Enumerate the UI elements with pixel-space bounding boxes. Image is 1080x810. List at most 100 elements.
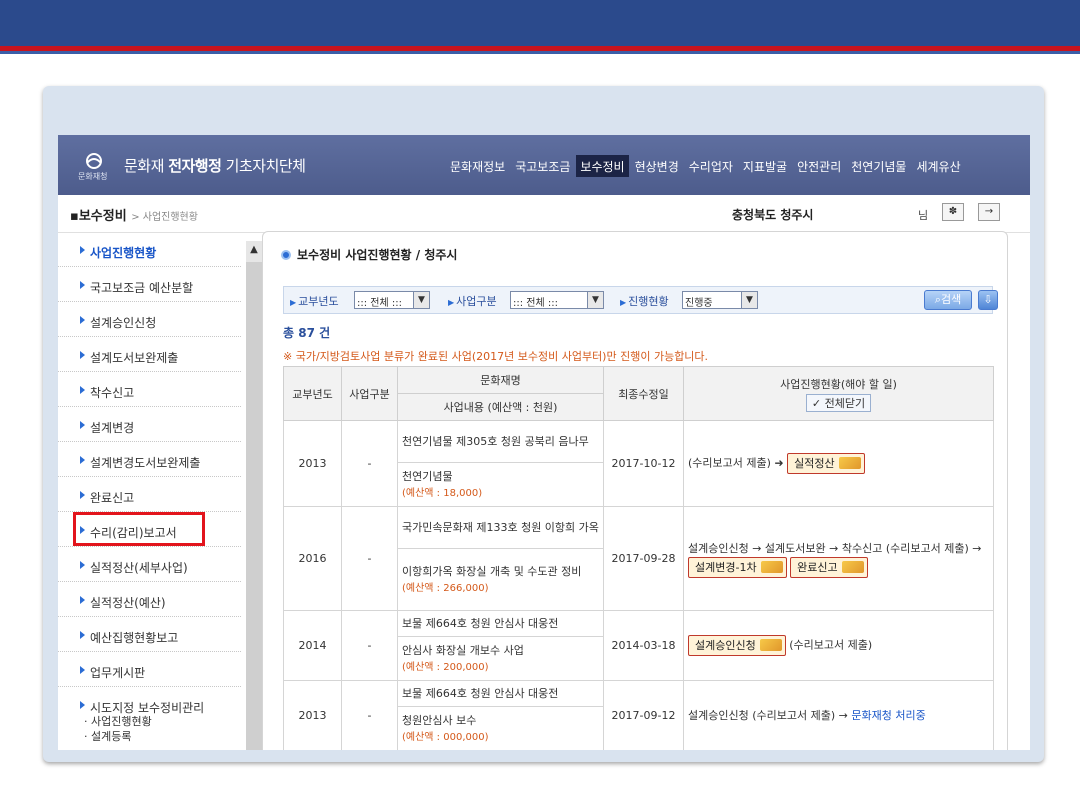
app-title[interactable]: 문화재 전자행정 기초자치단체 bbox=[124, 155, 306, 176]
cell-modified: 2014-03-18 bbox=[603, 610, 684, 681]
pencil-icon bbox=[841, 560, 864, 573]
notice-text: ※ 국가/지방검토사업 분류가 완료된 사업(2017년 보수정비 사업부터)만… bbox=[283, 350, 709, 363]
chevron-down-icon: ▼ bbox=[587, 292, 603, 308]
download-icon: ⇩ bbox=[983, 293, 993, 306]
settlement-button[interactable]: 실적정산 bbox=[787, 453, 865, 474]
sidebar-item-design-change[interactable]: 설계변경 bbox=[58, 408, 241, 442]
highlight-box-repair-report bbox=[73, 512, 205, 546]
status-link[interactable]: 문화재청 처리중 bbox=[851, 709, 925, 722]
gear-icon: ✽ bbox=[948, 206, 958, 217]
sidebar-item-start-report[interactable]: 착수신고 bbox=[58, 373, 241, 407]
nav-contractor[interactable]: 수리업자 bbox=[685, 155, 737, 177]
page-title: 보수정비 사업진행현황 / 청주시 bbox=[281, 246, 457, 263]
settings-button[interactable]: ✽ bbox=[942, 203, 964, 221]
cell-progress: 설계승인신청 (수리보고서 제출) → 문화재청 처리중 bbox=[683, 680, 994, 750]
sidebar-scroll-thumb[interactable] bbox=[246, 262, 262, 750]
sidebar-item-settlement-detail[interactable]: 실적정산(세부사업) bbox=[58, 548, 241, 582]
sidebar-item-design-approval[interactable]: 설계승인신청 bbox=[58, 303, 241, 337]
cell-progress: (수리보고서 제출) ➜ 실적정산 bbox=[683, 420, 994, 507]
top-banner bbox=[0, 0, 1080, 46]
nav-maintenance[interactable]: 보수정비 bbox=[576, 155, 629, 177]
result-count: 총 87 건 bbox=[283, 326, 331, 340]
nav-world-heritage[interactable]: 세계유산 bbox=[912, 155, 964, 177]
cell-modified: 2017-09-28 bbox=[603, 506, 684, 611]
sidebar-item-change-supplement[interactable]: 설계변경도서보완제출 bbox=[58, 443, 241, 477]
sidebar-subitem-progress[interactable]: · 사업진행현황 bbox=[84, 714, 152, 729]
cell-type: - bbox=[341, 610, 398, 681]
sidebar-subitem-design-register[interactable]: · 설계등록 bbox=[84, 729, 152, 744]
sidebar-item-settlement-budget[interactable]: 실적정산(예산) bbox=[58, 583, 241, 617]
pencil-icon bbox=[838, 457, 861, 469]
cell-type: - bbox=[341, 420, 398, 507]
download-button[interactable]: ⇩ bbox=[978, 290, 998, 310]
cell-year: 2013 bbox=[283, 680, 342, 750]
col-header-year: 교부년도 bbox=[283, 366, 342, 421]
cell-content: 안심사 화장실 개보수 사업 (예산액 : 200,000) bbox=[397, 636, 604, 681]
table-row: 2013 - 천연기념물 제305호 청원 공북리 음나무 2017-10-12… bbox=[283, 420, 994, 507]
filter-bar: 교부년도 ::: 전체 ::: ▼ 사업구분 ::: 전체 ::: ▼ 진행현황… bbox=[283, 286, 998, 314]
cell-progress: 설계승인신청 (수리보고서 제출) bbox=[683, 610, 994, 681]
sidebar-item-completion-report[interactable]: 완료신고 bbox=[58, 478, 241, 512]
cell-content: 이항희가옥 화장실 개축 및 수도관 정비 (예산액 : 266,000) bbox=[397, 548, 604, 611]
sidebar: 사업진행현황 국고보조금 예산분할 설계승인신청 설계도서보완제출 착수신고 설… bbox=[58, 233, 262, 750]
sidebar-item-budget-execution[interactable]: 예산집행현황보고 bbox=[58, 618, 241, 652]
cell-modified: 2017-09-12 bbox=[603, 680, 684, 750]
app-window: 문화재청 문화재 전자행정 기초자치단체 문화재정보 국고보조금 보수정비 현상… bbox=[58, 135, 1030, 750]
breadcrumb: ▪보수정비 > 사업진행현황 bbox=[70, 209, 198, 224]
scroll-up-icon[interactable]: ▲ bbox=[246, 241, 262, 259]
col-header-progress: 사업진행현황(해야 할 일) ✓ 전체닫기 bbox=[683, 366, 994, 421]
nav-safety[interactable]: 안전관리 bbox=[793, 155, 845, 177]
nav-heritage-info[interactable]: 문화재정보 bbox=[446, 155, 509, 177]
location-bar: ▪보수정비 > 사업진행현황 충청북도 청주시 님 ✽ → bbox=[58, 195, 1030, 233]
table-row: 2014 - 보물 제664호 청원 안심사 대웅전 2014-03-18 설계… bbox=[283, 610, 994, 681]
year-filter-select[interactable]: ::: 전체 ::: ▼ bbox=[354, 291, 430, 309]
search-button[interactable]: ⌕검색 bbox=[924, 290, 972, 310]
logo-caption: 문화재청 bbox=[78, 172, 108, 181]
nav-alteration[interactable]: 현상변경 bbox=[631, 155, 683, 177]
project-table: 교부년도 사업구분 문화재명 최종수정일 사업진행현황(해야 할 일) ✓ 전체… bbox=[283, 366, 994, 750]
close-all-button[interactable]: ✓ 전체닫기 bbox=[805, 393, 872, 412]
col-header-type: 사업구분 bbox=[341, 366, 398, 421]
user-greeting: 님 bbox=[918, 209, 929, 222]
cell-heritage-name[interactable]: 천연기념물 제305호 청원 공북리 음나무 bbox=[397, 420, 604, 463]
col-header-name: 문화재명 bbox=[397, 366, 604, 394]
type-filter-label: 사업구분 bbox=[448, 293, 496, 309]
cell-type: - bbox=[341, 506, 398, 611]
cell-heritage-name[interactable]: 국가민속문화재 제133호 청원 이항희 가옥 bbox=[397, 506, 604, 549]
cell-progress: 설계승인신청 → 설계도서보완 → 착수신고 (수리보고서 제출) → 설계변경… bbox=[683, 506, 994, 611]
sidebar-item-design-supplement[interactable]: 설계도서보완제출 bbox=[58, 338, 241, 372]
type-filter-select[interactable]: ::: 전체 ::: ▼ bbox=[510, 291, 604, 309]
status-filter-label: 진행현황 bbox=[620, 293, 668, 309]
sidebar-item-board[interactable]: 업무게시판 bbox=[58, 653, 241, 687]
design-approval-button[interactable]: 설계승인신청 bbox=[688, 635, 786, 656]
sidebar-subitems: · 사업진행현황 · 설계등록 bbox=[84, 714, 152, 744]
table-row: 2016 - 국가민속문화재 제133호 청원 이항희 가옥 2017-09-2… bbox=[283, 506, 994, 611]
pencil-icon bbox=[759, 639, 782, 651]
completion-report-button[interactable]: 완료신고 bbox=[790, 556, 868, 578]
design-change-button[interactable]: 설계변경-1차 bbox=[688, 556, 787, 578]
top-banner-blue-stripe bbox=[0, 51, 1080, 54]
cell-year: 2016 bbox=[283, 506, 342, 611]
logout-icon: → bbox=[984, 206, 994, 217]
cell-modified: 2017-10-12 bbox=[603, 420, 684, 507]
cell-content: 천연기념물 (예산액 : 18,000) bbox=[397, 462, 604, 507]
cell-heritage-name[interactable]: 보물 제664호 청원 안심사 대웅전 bbox=[397, 610, 604, 637]
cell-heritage-name[interactable]: 보물 제664호 청원 안심사 대웅전 bbox=[397, 680, 604, 707]
pencil-icon bbox=[760, 560, 783, 573]
year-filter-label: 교부년도 bbox=[290, 293, 338, 309]
chevron-down-icon: ▼ bbox=[413, 292, 429, 308]
table-row: 2013 - 보물 제664호 청원 안심사 대웅전 2017-09-12 설계… bbox=[283, 680, 994, 750]
nav-subsidy[interactable]: 국고보조금 bbox=[511, 155, 574, 177]
status-filter-select[interactable]: 진행중 ▼ bbox=[682, 291, 758, 309]
logout-button[interactable]: → bbox=[978, 203, 1000, 221]
nav-natural-monument[interactable]: 천연기념물 bbox=[847, 155, 910, 177]
title-bullet-icon bbox=[281, 250, 291, 260]
organization-name: 충청북도 청주시 bbox=[732, 208, 814, 222]
col-header-content: 사업내용 (예산액 : 천원) bbox=[397, 393, 604, 421]
main-content: 보수정비 사업진행현황 / 청주시 교부년도 ::: 전체 ::: ▼ 사업구분… bbox=[262, 231, 1008, 750]
nav-excavation[interactable]: 지표발굴 bbox=[739, 155, 791, 177]
chevron-down-icon: ▼ bbox=[741, 292, 757, 308]
sidebar-item-budget-split[interactable]: 국고보조금 예산분할 bbox=[58, 268, 241, 302]
sidebar-item-progress[interactable]: 사업진행현황 bbox=[58, 233, 241, 267]
app-header: 문화재청 문화재 전자행정 기초자치단체 문화재정보 국고보조금 보수정비 현상… bbox=[58, 135, 1030, 195]
